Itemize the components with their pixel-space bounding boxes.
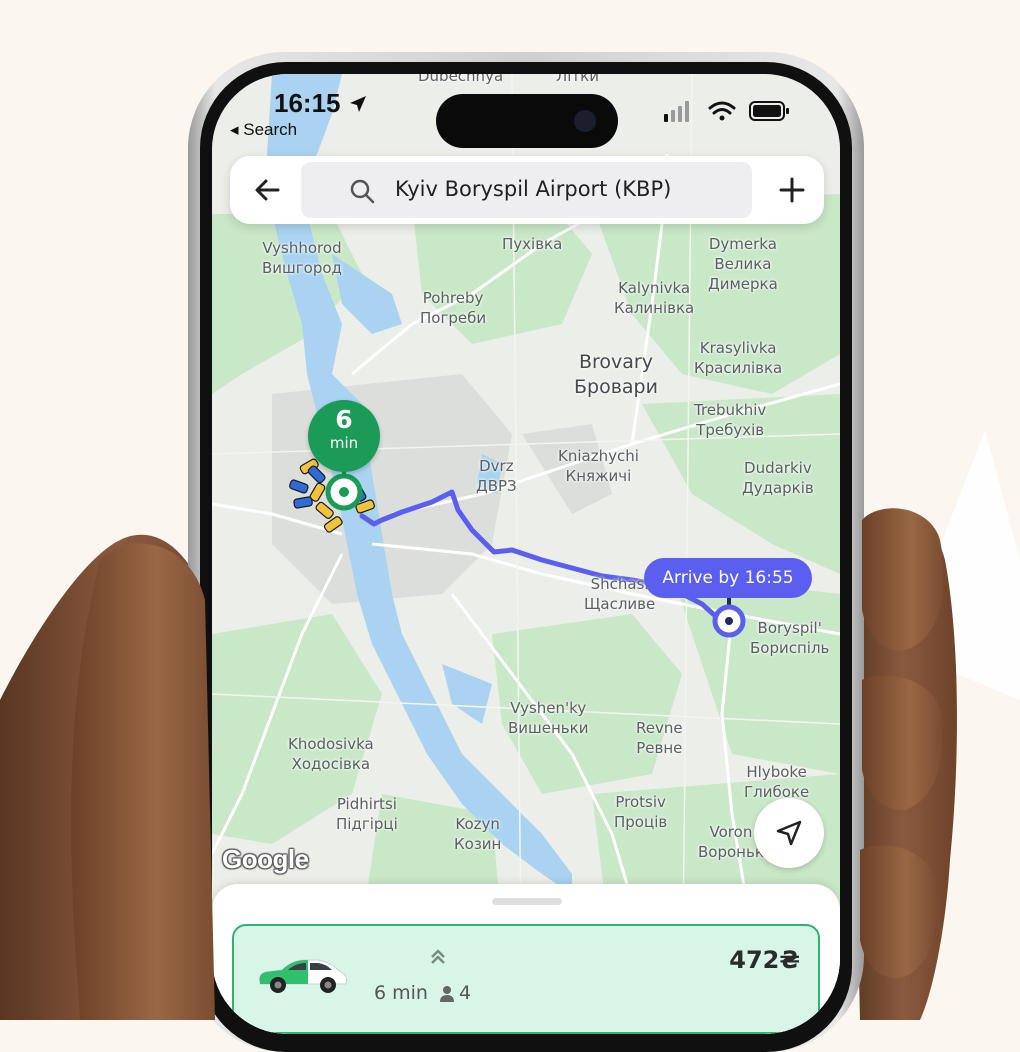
hand-fingers [71, 508, 944, 1020]
